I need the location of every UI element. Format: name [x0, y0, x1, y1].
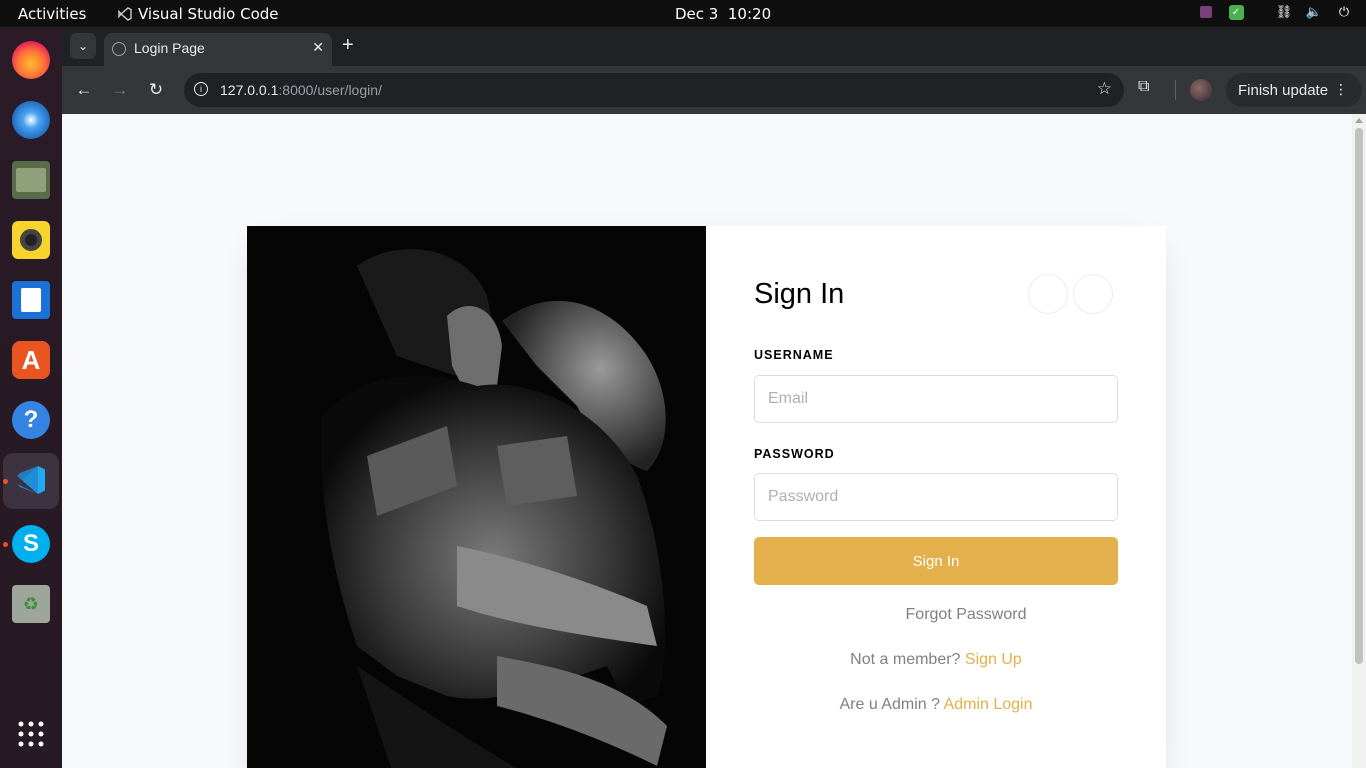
social-login-button-2[interactable]	[1073, 274, 1113, 314]
app-center-icon[interactable]: A	[12, 341, 50, 379]
profile-avatar[interactable]	[1190, 79, 1212, 101]
extensions-puzzle-icon[interactable]: ⧉	[1138, 78, 1149, 96]
url-path: :8000/user/login/	[278, 82, 382, 98]
thunderbird-icon[interactable]	[12, 101, 50, 139]
system-top-bar: Activities Visual Studio Code Dec 3 10:2…	[0, 0, 1366, 27]
rhythmbox-icon[interactable]	[12, 221, 50, 259]
kebab-menu-icon[interactable]: ⋮	[1334, 81, 1348, 98]
browser-tab-strip: ⌄ Login Page ✕ +	[62, 27, 1366, 66]
network-icon[interactable]: ⛓	[1276, 4, 1293, 20]
admin-prompt: Are u Admin ?	[839, 696, 940, 713]
scroll-up-arrow-icon[interactable]	[1355, 118, 1363, 123]
reload-icon[interactable]: ↻	[144, 78, 168, 102]
skype-icon[interactable]: S	[12, 525, 50, 563]
scrollbar-thumb[interactable]	[1355, 128, 1363, 664]
admin-login-link[interactable]: Admin Login	[944, 696, 1033, 713]
login-form: Sign In USERNAME PASSWORD Sign In Forgot…	[706, 226, 1166, 768]
clock-time: 10:20	[727, 5, 772, 23]
password-input[interactable]	[754, 473, 1118, 521]
tab-login-page[interactable]: Login Page ✕	[104, 33, 332, 66]
clock[interactable]: Dec 3 10:20	[675, 5, 771, 23]
member-prompt: Not a member?	[850, 651, 961, 668]
app-grid-icon[interactable]	[12, 715, 50, 753]
forgot-password-link[interactable]: Forgot Password	[814, 606, 1118, 624]
page-scrollbar[interactable]	[1352, 114, 1366, 768]
toolbar-divider	[1175, 80, 1176, 100]
username-label: USERNAME	[754, 348, 834, 362]
finish-update-button[interactable]: Finish update ⋮	[1226, 73, 1362, 107]
vscode-icon[interactable]	[12, 461, 50, 499]
close-icon[interactable]: ✕	[312, 39, 324, 56]
url-host: 127.0.0.1	[220, 82, 279, 98]
forward-arrow-icon[interactable]: →	[108, 78, 132, 102]
firefox-icon[interactable]	[12, 41, 50, 79]
writer-icon[interactable]	[12, 281, 50, 319]
globe-icon	[112, 42, 126, 56]
browser-toolbar: ← → ↻ i 127.0.0.1:8000/user/login/ ☆ ⧉ F…	[62, 66, 1366, 114]
ubuntu-dock: A ? S ♻	[0, 27, 62, 768]
page-viewport: Sign In USERNAME PASSWORD Sign In Forgot…	[62, 114, 1352, 768]
sign-in-button[interactable]: Sign In	[754, 537, 1118, 585]
tab-title: Login Page	[134, 40, 205, 56]
tab-search-button[interactable]: ⌄	[70, 33, 96, 59]
social-login-button-1[interactable]	[1028, 274, 1068, 314]
portrait-image	[247, 226, 706, 768]
login-card: Sign In USERNAME PASSWORD Sign In Forgot…	[247, 226, 1166, 768]
hero-photo	[247, 226, 706, 768]
vscode-small-icon	[118, 7, 132, 21]
indicator-app-icon[interactable]	[1198, 4, 1214, 20]
power-icon[interactable]: ⏻	[1336, 4, 1352, 20]
finish-update-label: Finish update	[1238, 81, 1329, 99]
focused-app-name: Visual Studio Code	[138, 5, 279, 23]
trash-icon[interactable]: ♻	[12, 585, 50, 623]
page-title: Sign In	[754, 278, 845, 310]
signup-row: Not a member? Sign Up	[754, 651, 1118, 669]
running-indicator	[3, 542, 8, 547]
activities-button[interactable]: Activities	[18, 5, 86, 23]
bookmark-star-icon[interactable]: ☆	[1097, 79, 1112, 99]
info-icon[interactable]: i	[194, 82, 208, 96]
volume-icon[interactable]: 🔈	[1306, 4, 1322, 20]
shield-check-icon[interactable]: ✓	[1228, 4, 1244, 20]
chevron-down-icon: ⌄	[77, 39, 89, 53]
url-text[interactable]: 127.0.0.1:8000/user/login/	[220, 82, 382, 98]
password-label: PASSWORD	[754, 447, 835, 461]
running-indicator	[3, 479, 8, 484]
back-arrow-icon[interactable]: ←	[72, 78, 96, 102]
system-tray[interactable]: ✓ ⛓ 🔈 ⏻	[1198, 4, 1352, 20]
sign-up-link[interactable]: Sign Up	[965, 651, 1022, 668]
address-bar[interactable]: i 127.0.0.1:8000/user/login/ ☆	[184, 73, 1124, 107]
username-input[interactable]	[754, 375, 1118, 423]
help-icon[interactable]: ?	[12, 401, 50, 439]
focused-app-menu[interactable]: Visual Studio Code	[118, 5, 279, 23]
admin-row: Are u Admin ? Admin Login	[754, 696, 1118, 714]
clock-date: Dec 3	[675, 5, 719, 23]
files-icon[interactable]	[12, 161, 50, 199]
new-tab-button[interactable]: +	[342, 35, 354, 55]
